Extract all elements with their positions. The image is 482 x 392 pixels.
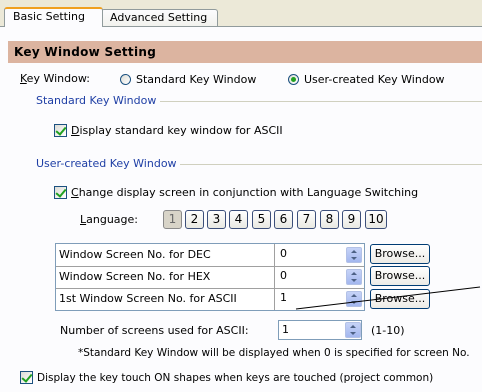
hex-screen-label: Window Screen No. for HEX [56, 266, 275, 288]
change-display-screen-label-text: hange display screen in conjunction with… [78, 186, 419, 199]
screens-used-input[interactable]: 1 [278, 320, 362, 340]
display-standard-key-window-checkbox[interactable] [54, 124, 67, 137]
language-button-5[interactable]: 5 [252, 210, 271, 229]
language-button-1[interactable]: 1 [163, 210, 182, 229]
radio-user-created-key-window-label: User-created Key Window [304, 73, 445, 86]
tab-advanced-setting-label: Advanced Setting [110, 11, 208, 24]
key-window-label: Key Window: [20, 72, 90, 85]
tab-basic-setting-label: Basic Setting [13, 10, 86, 23]
screens-used-label: Number of screens used for ASCII: [60, 324, 249, 337]
radio-standard-key-window-label: Standard Key Window [136, 73, 257, 86]
tab-advanced-setting[interactable]: Advanced Setting [101, 9, 218, 26]
language-button-9[interactable]: 9 [342, 210, 361, 229]
spin-icon[interactable] [346, 269, 362, 285]
tab-bar: Basic Setting Advanced Setting [0, 0, 482, 27]
key-touch-shapes-label: Display the key touch ON shapes when key… [37, 372, 434, 384]
spin-icon[interactable] [345, 322, 361, 338]
group-divider [180, 164, 482, 165]
language-button-3[interactable]: 3 [207, 210, 226, 229]
screens-used-value: 1 [282, 323, 289, 336]
language-button-7[interactable]: 7 [297, 210, 316, 229]
language-button-2[interactable]: 2 [185, 210, 204, 229]
display-standard-key-window-label: Display standard key window for ASCII [71, 124, 283, 137]
radio-user-created-key-window[interactable]: User-created Key Window [288, 73, 458, 87]
callout-line [295, 286, 481, 310]
screens-range-label: (1-10) [371, 324, 405, 337]
check-icon [21, 371, 33, 383]
browse-dec-button[interactable]: Browse... [370, 244, 430, 264]
change-display-screen-label: Change display screen in conjunction wit… [71, 186, 419, 199]
change-display-screen-checkbox[interactable] [54, 186, 67, 199]
key-touch-shapes-checkbox[interactable] [20, 371, 33, 384]
check-icon [55, 186, 67, 198]
standard-group-title: Standard Key Window [36, 94, 157, 107]
dec-screen-input[interactable]: 0 [278, 244, 342, 266]
radio-unselected-icon[interactable] [120, 74, 131, 85]
check-icon [55, 124, 67, 136]
language-button-10[interactable]: 10 [365, 210, 387, 229]
user-group-title: User-created Key Window [36, 157, 177, 170]
radio-standard-key-window[interactable]: Standard Key Window [120, 73, 270, 87]
spin-icon[interactable] [346, 247, 362, 263]
display-standard-key-window-label-text: isplay standard key window for ASCII [79, 124, 283, 137]
table-row: Window Screen No. for DEC 0 [56, 244, 364, 267]
dec-screen-label: Window Screen No. for DEC [56, 244, 275, 266]
language-button-6[interactable]: 6 [274, 210, 293, 229]
language-label-text: anguage: [86, 213, 139, 226]
key-window-label-text: ey Window: [26, 72, 90, 85]
tab-basic-setting[interactable]: Basic Setting [4, 7, 103, 27]
section-title: Key Window Setting [8, 41, 482, 63]
browse-hex-button[interactable]: Browse... [370, 266, 430, 286]
language-button-8[interactable]: 8 [320, 210, 339, 229]
standard-window-note: *Standard Key Window will be displayed w… [78, 347, 470, 359]
ascii-screen-label: 1st Window Screen No. for ASCII [56, 288, 275, 310]
radio-selected-icon[interactable] [288, 74, 299, 85]
language-button-4[interactable]: 4 [229, 210, 248, 229]
language-label: Language: [80, 213, 139, 226]
group-divider [160, 101, 482, 102]
